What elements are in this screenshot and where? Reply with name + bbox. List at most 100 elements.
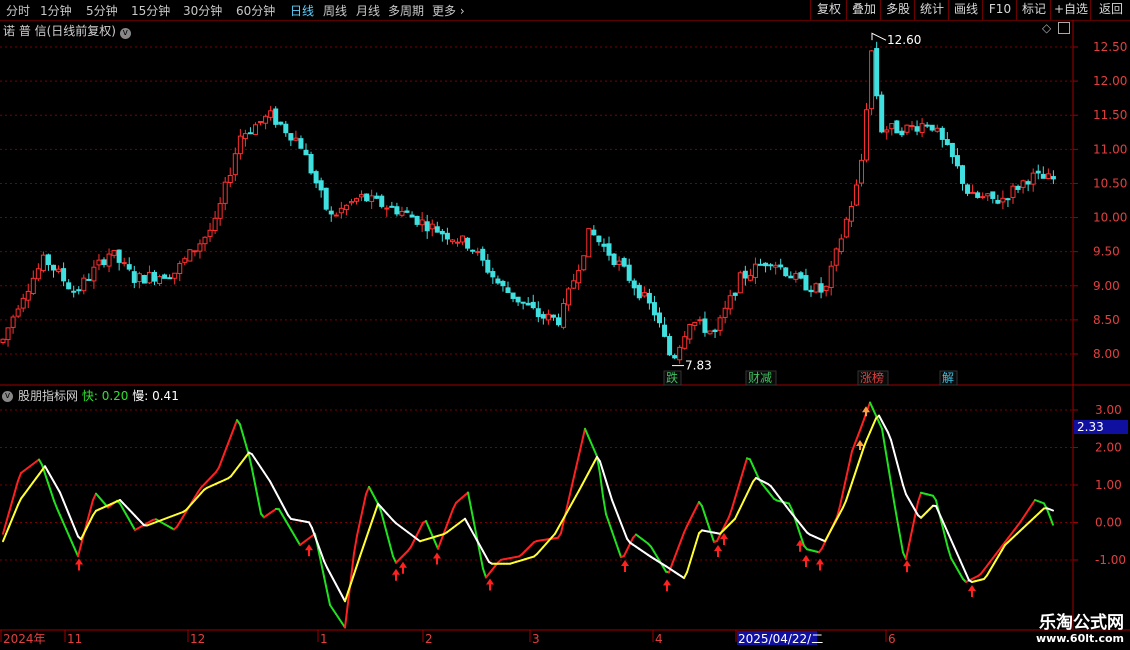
candle-body [742,270,748,279]
chevron-down-icon[interactable]: v [2,387,13,402]
fast-line-segment [446,515,451,526]
candle-body [485,259,491,273]
fast-line-segment [230,427,235,437]
fast-line-segment [686,519,691,527]
price-axis-label: 8.50 [1093,313,1120,327]
price-axis-label: 9.00 [1093,279,1120,293]
fast-line-segment [911,515,916,532]
candle-body [646,292,652,304]
indicator-name: 股朋指标网 [18,389,79,403]
fast-line-segment [8,500,13,514]
slow-line-segment [362,537,367,549]
fast-line-segment [728,507,733,518]
slow-line-segment [323,560,328,569]
fast-line-segment [218,458,223,469]
candle-body [540,314,546,319]
candle-body [101,259,107,266]
candle-body [667,336,673,356]
fast-line-segment [611,530,616,541]
candle-body [606,243,612,256]
candle-body [253,124,258,135]
slow-line-segment [887,431,892,441]
high-marker-line [871,32,887,41]
slow-line-segment [614,506,619,517]
fast-line-segment [869,401,874,411]
candle-body [40,254,46,272]
price-axis-label: 12.50 [1093,40,1127,54]
indicator-axis-label: 2.00 [1095,441,1122,455]
slow-line-segment [623,529,628,540]
buy-arrow-icon [663,579,671,592]
slow-line-segment [854,463,859,475]
chart-canvas[interactable]: 12.607.83跌 财减 涨榜解 12.5012.0011.5011.0010.5… [0,0,1130,650]
candle-body [934,127,940,132]
candle-body [131,271,137,283]
fast-line-segment [578,440,583,456]
candle-body [879,94,885,133]
candle-body [727,295,733,310]
candle-body [399,210,405,216]
candle-body [182,258,188,263]
fast-line-segment [587,434,592,444]
price-axis-label: 11.50 [1093,108,1127,122]
candle-body [308,154,314,174]
candle-body [5,327,11,341]
fast-line-segment [743,457,748,470]
candle-body [763,262,769,267]
slow-line-segment [605,479,610,492]
slow-line-segment [692,542,697,554]
diamond-icon[interactable]: ◇ [1042,21,1051,35]
candle-body [278,121,284,125]
candle-body [768,264,774,267]
event-tag-label: 跌 [666,370,678,385]
price-axis-label: 11.00 [1093,142,1127,156]
candle-body [919,123,925,134]
candle-body [202,236,208,245]
window-icon[interactable] [1058,22,1070,34]
slow-line-segment [737,505,742,514]
candle-body [35,268,41,280]
fast-line-segment [851,442,856,453]
candle-body [939,127,945,140]
buy-arrow-icon [816,558,824,571]
indicator-axis-label: 3.00 [1095,403,1122,417]
candle-body [889,123,895,130]
fast-line-segment [47,481,52,493]
candle-body [944,139,950,146]
candle-body [636,284,642,299]
fast-line-segment [839,491,844,507]
candle-body [136,273,142,283]
candle-body [338,207,344,214]
candle-body [298,138,304,149]
slow-line-segment [62,498,67,509]
candle-body [914,126,920,132]
candle-body [641,292,647,297]
candle-body [687,324,693,340]
fast-line-segment [14,479,19,493]
candle-body [76,289,82,292]
chevron-down-icon[interactable]: v [119,28,131,39]
candle-body [500,280,506,287]
fast-line-segment [944,535,949,550]
fast-line-segment [677,539,682,550]
candle-body [626,264,632,281]
candle-body [818,283,824,293]
fast-line-segment [905,543,910,560]
candle-body [904,124,910,133]
fast-line-segment [626,542,631,551]
candle-body [752,263,758,278]
fast-line-segment [383,521,388,535]
slow-line-segment [959,559,964,568]
candle-body [177,263,183,274]
fast-line-segment [734,487,739,500]
date-axis-label: 2024年 [3,632,46,646]
candle-body [631,280,637,289]
slow-line-segment [11,511,16,521]
candle-body [66,282,72,290]
candle-body [187,249,193,262]
fast-line-segment [899,534,904,554]
candle-body [535,308,541,318]
fast-line-segment [689,513,694,521]
event-tag-label: 解 [942,371,954,385]
slow-line-segment [8,518,13,528]
